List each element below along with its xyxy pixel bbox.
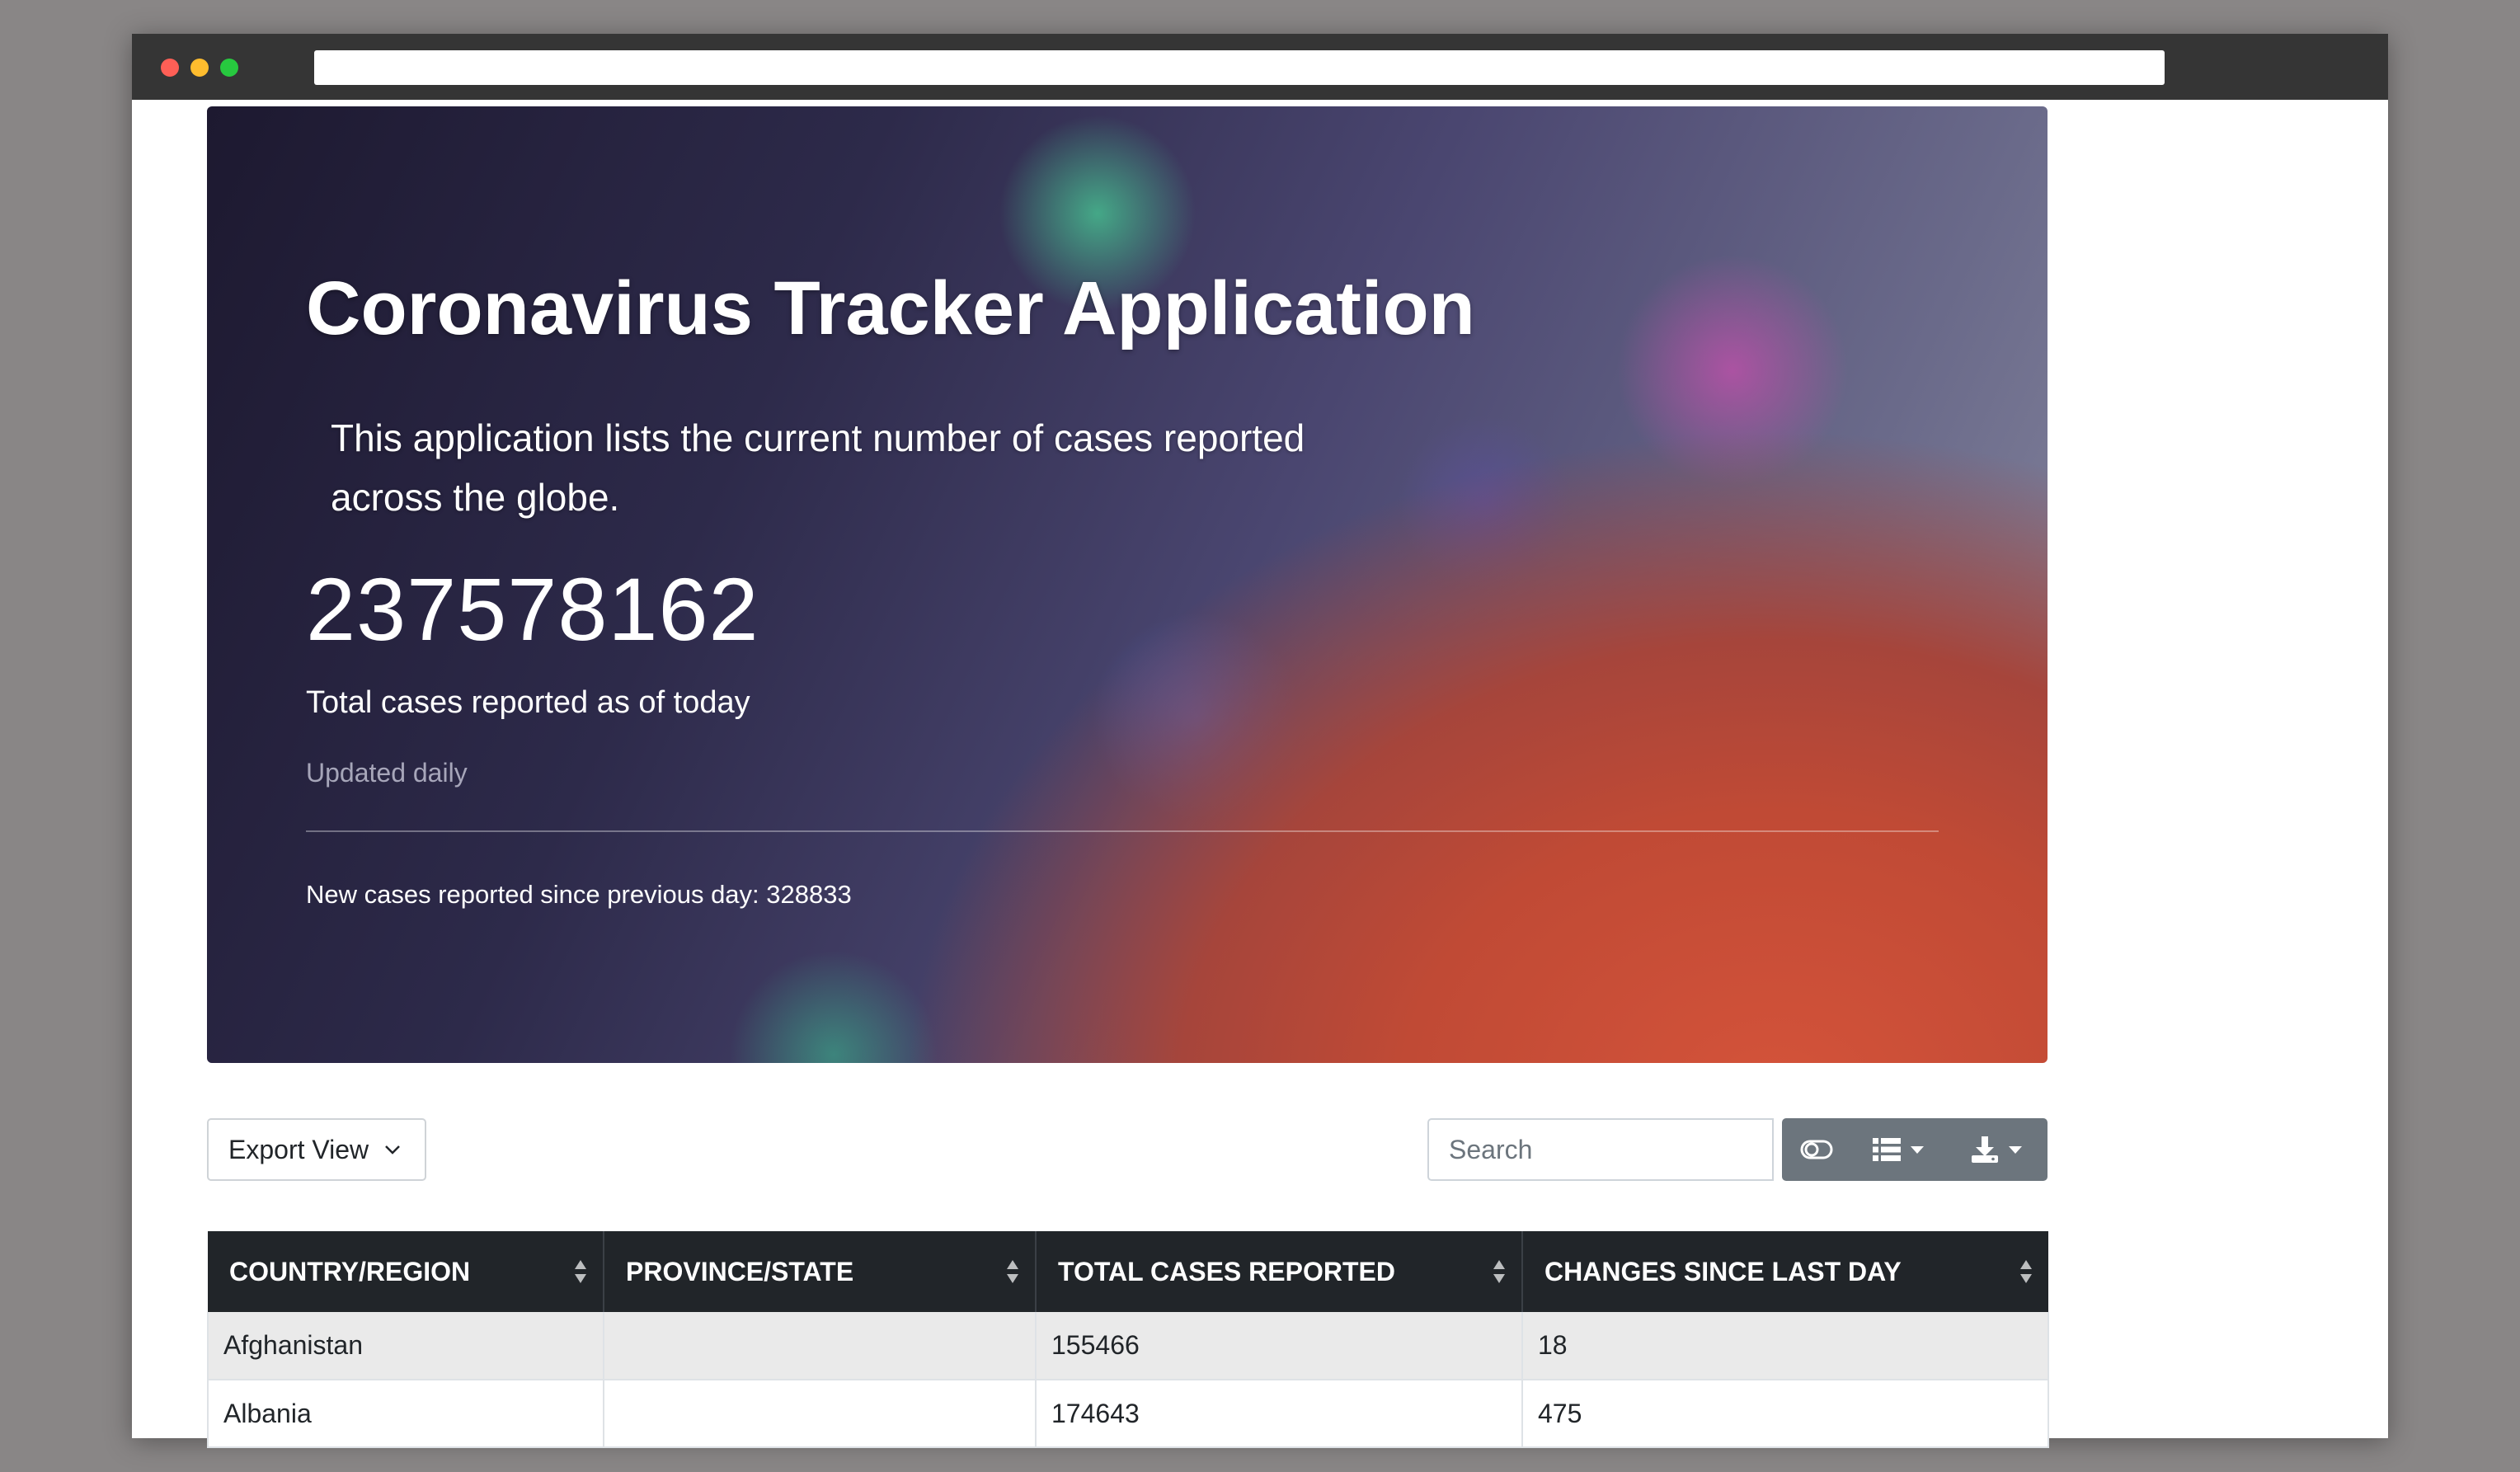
table-row: Afghanistan 155466 18: [207, 1312, 2049, 1380]
total-cases-label: Total cases reported as of today: [306, 685, 750, 720]
column-header-label: PROVINCE/STATE: [626, 1256, 854, 1286]
download-dropdown-button[interactable]: [1945, 1118, 2048, 1181]
hero-divider: [306, 830, 1939, 832]
cell-changes: 18: [1522, 1312, 2049, 1380]
column-header-province[interactable]: PROVINCE/STATE: [604, 1231, 1037, 1312]
page-title: Coronavirus Tracker Application: [306, 266, 1475, 350]
hero-description: This application lists the current numbe…: [331, 416, 1305, 519]
maximize-window-button[interactable]: [220, 59, 238, 77]
address-bar[interactable]: [314, 50, 2165, 85]
minimize-window-button[interactable]: [190, 59, 209, 77]
columns-icon: [1873, 1138, 1901, 1161]
search-input[interactable]: [1427, 1118, 1774, 1181]
chevron-down-icon: [385, 1145, 401, 1155]
sort-icon: [575, 1260, 586, 1283]
cell-country: Afghanistan: [207, 1312, 604, 1380]
column-header-label: CHANGES SINCE LAST DAY: [1544, 1256, 1902, 1286]
browser-titlebar: [132, 34, 2388, 100]
cell-province: [604, 1380, 1037, 1448]
toggle-view-button[interactable]: [1782, 1118, 1851, 1181]
caret-down-icon: [1911, 1145, 1924, 1154]
cell-province: [604, 1312, 1037, 1380]
cases-table: COUNTRY/REGION PROVINCE/STATE TOTAL CASE…: [207, 1231, 2049, 1448]
close-window-button[interactable]: [161, 59, 179, 77]
cell-country: Albania: [207, 1380, 604, 1448]
toggle-icon: [1800, 1140, 1833, 1159]
download-icon: [1972, 1136, 1998, 1163]
column-header-changes[interactable]: CHANGES SINCE LAST DAY: [1522, 1231, 2048, 1312]
column-header-total-cases[interactable]: TOTAL CASES REPORTED: [1036, 1231, 1523, 1312]
sort-icon: [1493, 1260, 1505, 1283]
export-view-button[interactable]: Export View: [207, 1118, 426, 1181]
column-header-country[interactable]: COUNTRY/REGION: [208, 1231, 604, 1312]
updated-note: Updated daily: [306, 758, 468, 788]
sort-icon: [2020, 1260, 2032, 1283]
table-row: Albania 174643 475: [207, 1380, 2049, 1448]
caret-down-icon: [2009, 1145, 2022, 1154]
new-cases-text: New cases reported since previous day: 3…: [306, 880, 852, 909]
column-header-label: TOTAL CASES REPORTED: [1058, 1256, 1395, 1286]
cell-total-cases: 174643: [1036, 1380, 1523, 1448]
hero-jumbotron: Coronavirus Tracker Application This app…: [207, 106, 2048, 1063]
column-header-label: COUNTRY/REGION: [229, 1256, 471, 1286]
sort-icon: [1007, 1260, 1018, 1283]
cell-total-cases: 155466: [1036, 1312, 1523, 1380]
table-header-row: COUNTRY/REGION PROVINCE/STATE TOTAL CASE…: [208, 1231, 2048, 1312]
export-view-label: Export View: [228, 1134, 369, 1164]
columns-dropdown-button[interactable]: [1851, 1118, 1945, 1181]
total-cases-count: 237578162: [306, 559, 759, 659]
cell-changes: 475: [1522, 1380, 2049, 1448]
table-tools-group: [1782, 1118, 2048, 1181]
